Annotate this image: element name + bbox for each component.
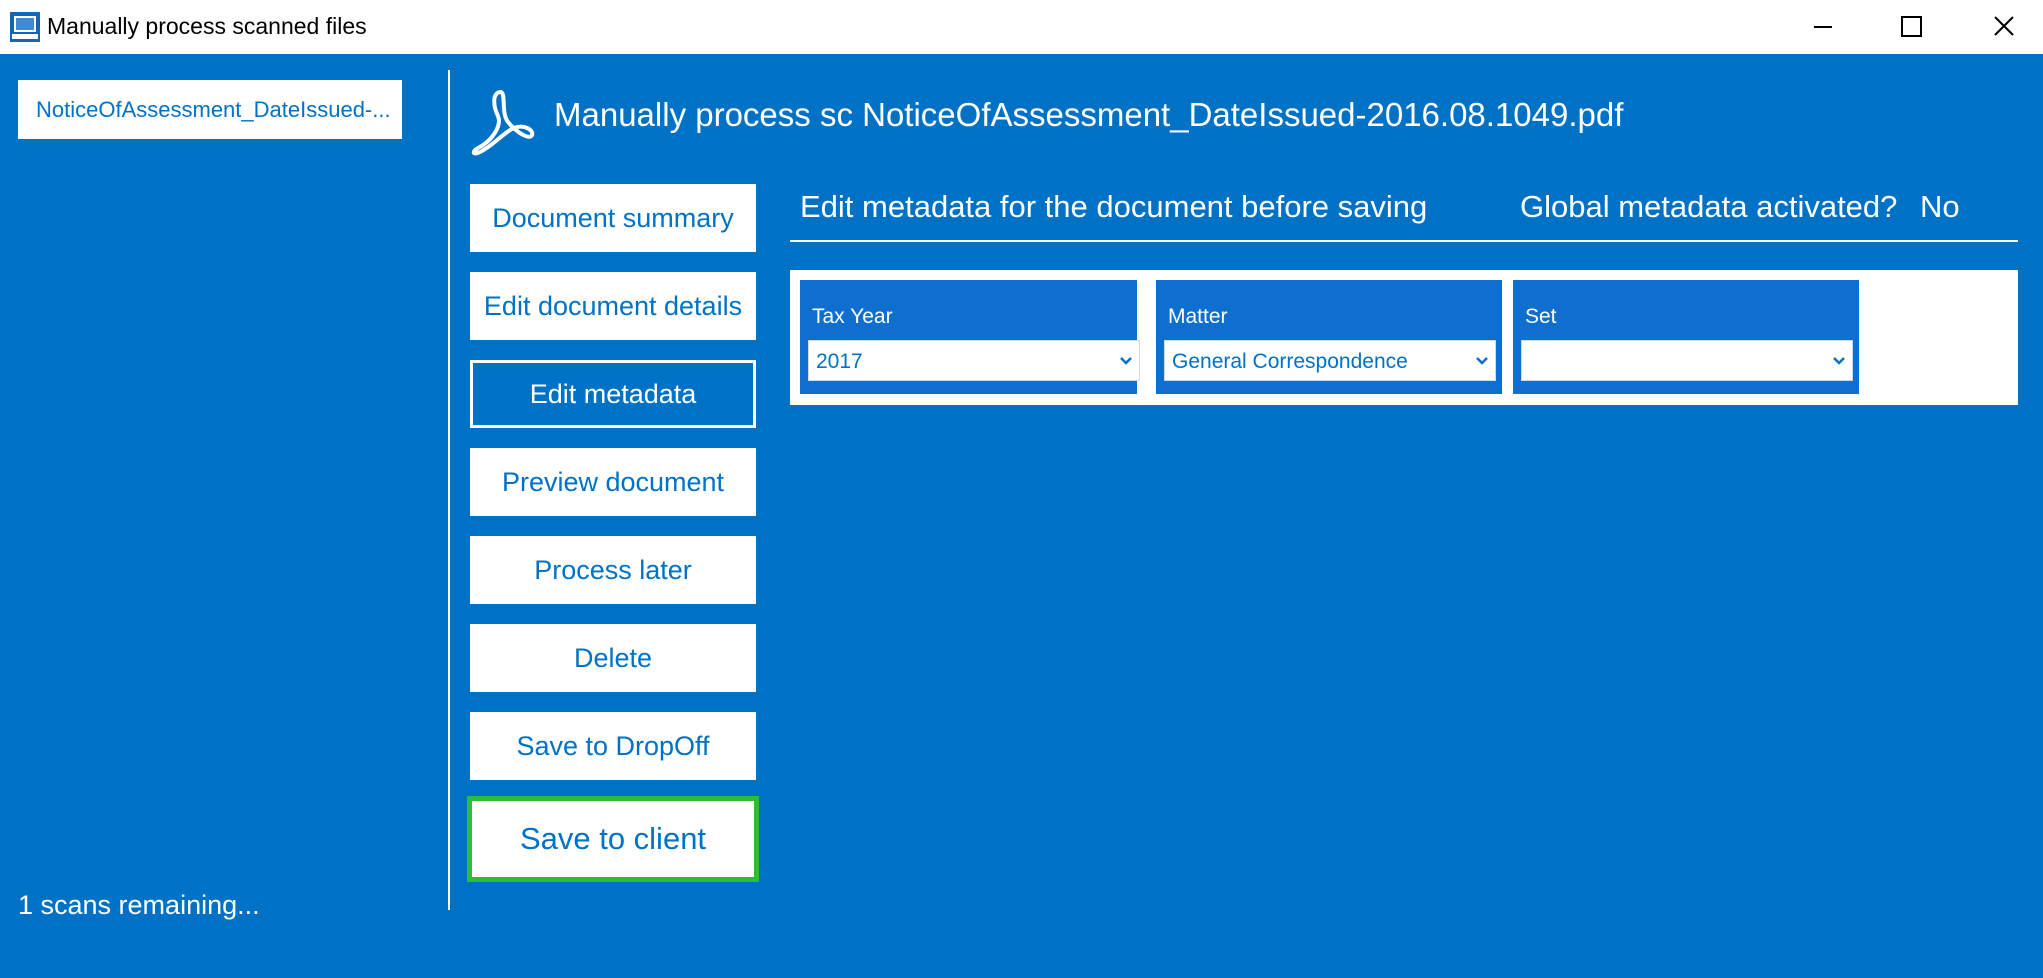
set-field: Set <box>1513 280 1859 394</box>
matter-field: Matter General Correspondence <box>1156 280 1502 394</box>
window-title: Manually process scanned files <box>47 13 367 39</box>
minimize-icon <box>1814 26 1832 28</box>
file-list-item[interactable]: NoticeOfAssessment_DateIssued-... <box>18 80 402 139</box>
close-button[interactable] <box>1956 0 2043 54</box>
document-summary-button[interactable]: Document summary <box>470 184 756 252</box>
chevron-down-icon <box>1476 357 1488 365</box>
edit-document-details-button[interactable]: Edit document details <box>470 272 756 340</box>
save-to-client-button[interactable]: Save to client <box>467 796 759 882</box>
close-icon <box>1994 16 2014 36</box>
pdf-icon <box>471 90 535 156</box>
preview-document-button[interactable]: Preview document <box>470 448 756 516</box>
maximize-button[interactable] <box>1865 0 1957 54</box>
process-later-button[interactable]: Process later <box>470 536 756 604</box>
set-label: Set <box>1525 305 1557 328</box>
document-title: Manually process sc NoticeOfAssessment_D… <box>554 96 1624 133</box>
matter-value: General Correspondence <box>1172 350 1408 373</box>
global-metadata-label: Global metadata activated? <box>1520 189 1898 224</box>
tax-year-value: 2017 <box>816 350 863 373</box>
tax-year-dropdown[interactable]: 2017 <box>808 340 1140 381</box>
pane-divider <box>448 70 450 910</box>
save-to-dropoff-button[interactable]: Save to DropOff <box>470 712 756 780</box>
set-dropdown[interactable] <box>1521 340 1853 381</box>
matter-label: Matter <box>1168 305 1228 328</box>
maximize-icon <box>1901 16 1922 37</box>
tax-year-label: Tax Year <box>812 305 893 328</box>
scanner-app-icon <box>10 12 40 42</box>
chevron-down-icon <box>1833 357 1845 365</box>
matter-dropdown[interactable]: General Correspondence <box>1164 340 1496 381</box>
minimize-button[interactable] <box>1776 0 1868 54</box>
title-bar: Manually process scanned files <box>0 0 2043 54</box>
edit-metadata-button[interactable]: Edit metadata <box>470 360 756 428</box>
metadata-panel: Tax Year 2017 Matter General Corresponde… <box>790 270 2018 405</box>
tax-year-field: Tax Year 2017 <box>800 280 1140 394</box>
metadata-divider <box>790 240 2018 242</box>
global-metadata-value: No <box>1920 189 1960 224</box>
delete-button[interactable]: Delete <box>470 624 756 692</box>
scans-remaining-status: 1 scans remaining... <box>18 890 260 920</box>
metadata-heading: Edit metadata for the document before sa… <box>800 189 1428 224</box>
chevron-down-icon <box>1120 357 1132 365</box>
